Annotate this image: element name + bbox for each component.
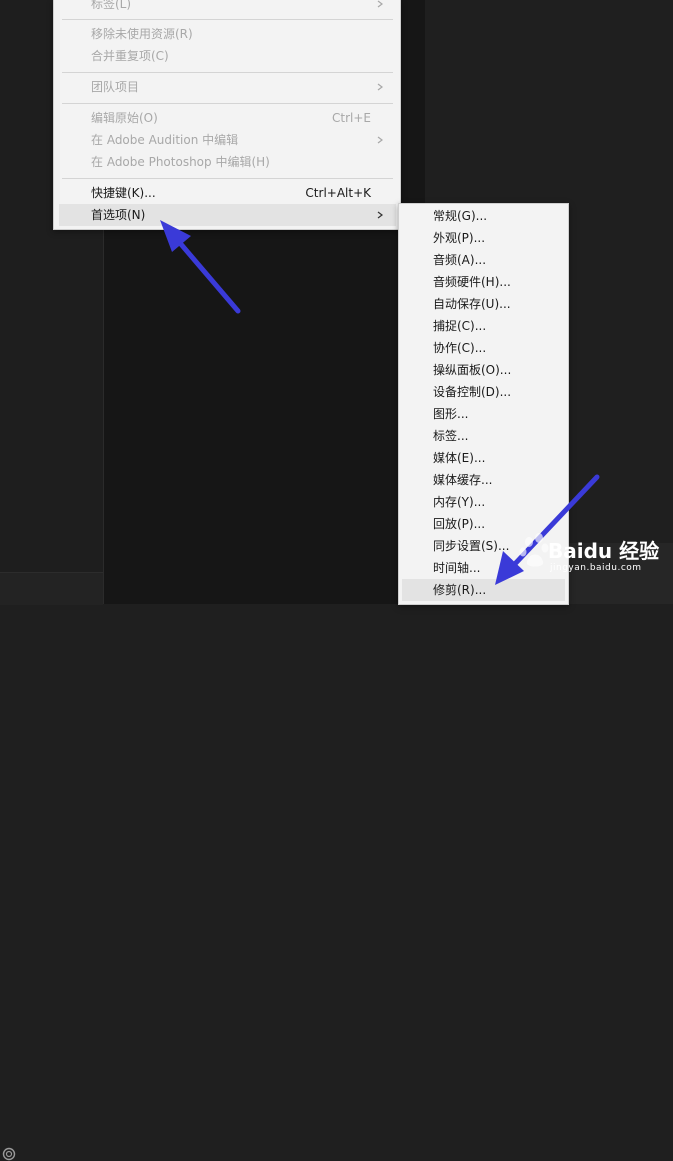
menu-item-shortcut: Ctrl+Alt+K [305,186,371,200]
submenu-item-auto-save[interactable]: 自动保存(U)... [402,293,565,315]
menu-item-shortcut: Ctrl+E [332,111,371,125]
submenu-item-label: 内存(Y)... [433,495,486,509]
menu-separator [62,178,393,179]
menu-item-team-projects[interactable]: 团队项目 [59,76,396,98]
submenu-item-label: 图形... [433,407,469,421]
left-panel-footer [0,572,103,1161]
submenu-item-collaboration[interactable]: 协作(C)... [402,337,565,359]
chevron-right-icon [377,0,383,8]
menu-item-remove-unused[interactable]: 移除未使用资源(R) [59,23,396,45]
watermark-brand: Baidu 经验 [548,539,660,563]
submenu-item-label: 协作(C)... [433,341,487,355]
watermark-url: jingyan.baidu.com [550,563,642,573]
submenu-item-audio-hardware[interactable]: 音频硬件(H)... [402,271,565,293]
submenu-item-label: 媒体缓存... [433,473,493,487]
submenu-item-label: 音频硬件(H)... [433,275,511,289]
menu-separator [62,103,393,104]
submenu-item-device-control[interactable]: 设备控制(D)... [402,381,565,403]
chevron-right-icon [377,211,383,219]
submenu-item-label: 操纵面板(O)... [433,363,512,377]
chevron-right-icon [377,83,383,91]
submenu-item-label: 同步设置(S)... [433,539,510,553]
menu-item-label: 移除未使用资源(R) [91,27,193,41]
menu-item-label: 在 Adobe Audition 中编辑 [91,133,239,147]
submenu-item-label: 时间轴... [433,561,481,575]
menu-separator [62,19,393,20]
submenu-item-memory[interactable]: 内存(Y)... [402,491,565,513]
submenu-item-appearance[interactable]: 外观(P)... [402,227,565,249]
submenu-item-label: 媒体(E)... [433,451,486,465]
menu-item-label: 在 Adobe Photoshop 中编辑(H) [91,155,270,169]
menu-item-label: 合并重复项(C) [91,49,169,63]
creative-cloud-icon[interactable] [2,1147,16,1161]
menu-item-edit-in-audition[interactable]: 在 Adobe Audition 中编辑 [59,129,396,151]
submenu-item-label: 设备控制(D)... [433,385,512,399]
menu-item-label: 快捷键(K)... [91,186,156,200]
submenu-item-general[interactable]: 常规(G)... [402,205,565,227]
chevron-right-icon [377,136,383,144]
menu-item-edit-original[interactable]: 编辑原始(O) Ctrl+E [59,107,396,129]
submenu-item-label: 捕捉(C)... [433,319,487,333]
menu-separator [62,72,393,73]
menu-item-label: 首选项(N) [91,208,146,222]
submenu-item-capture[interactable]: 捕捉(C)... [402,315,565,337]
submenu-item-control-surface[interactable]: 操纵面板(O)... [402,359,565,381]
submenu-item-label: 标签... [433,429,469,443]
submenu-item-audio[interactable]: 音频(A)... [402,249,565,271]
submenu-item-label: 外观(P)... [433,231,486,245]
menu-item-edit-in-photoshop[interactable]: 在 Adobe Photoshop 中编辑(H) [59,151,396,173]
submenu-item-media-cache[interactable]: 媒体缓存... [402,469,565,491]
menu-item-preferences[interactable]: 首选项(N) [59,204,396,226]
submenu-item-media[interactable]: 媒体(E)... [402,447,565,469]
menu-item-keyboard-shortcuts[interactable]: 快捷键(K)... Ctrl+Alt+K [59,182,396,204]
submenu-item-label: 回放(P)... [433,517,486,531]
submenu-item-label: 自动保存(U)... [433,297,511,311]
submenu-item-label: 音频(A)... [433,253,487,267]
menu-item-consolidate-duplicates[interactable]: 合并重复项(C) [59,45,396,67]
submenu-item-graphics[interactable]: 图形... [402,403,565,425]
menu-item-label: 标签(L) [91,0,132,11]
menu-item-label: 团队项目 [91,80,140,94]
menu-item-labels[interactable]: 标签(L) [59,0,396,15]
submenu-item-label: 修剪(R)... [433,583,487,597]
submenu-item-labels[interactable]: 标签... [402,425,565,447]
menu-item-label: 编辑原始(O) [91,111,158,125]
edit-dropdown-menu: 标签(L) 移除未使用资源(R) 合并重复项(C) 团队项目 编辑原始(O) C… [53,0,401,230]
submenu-item-label: 常规(G)... [433,209,488,223]
